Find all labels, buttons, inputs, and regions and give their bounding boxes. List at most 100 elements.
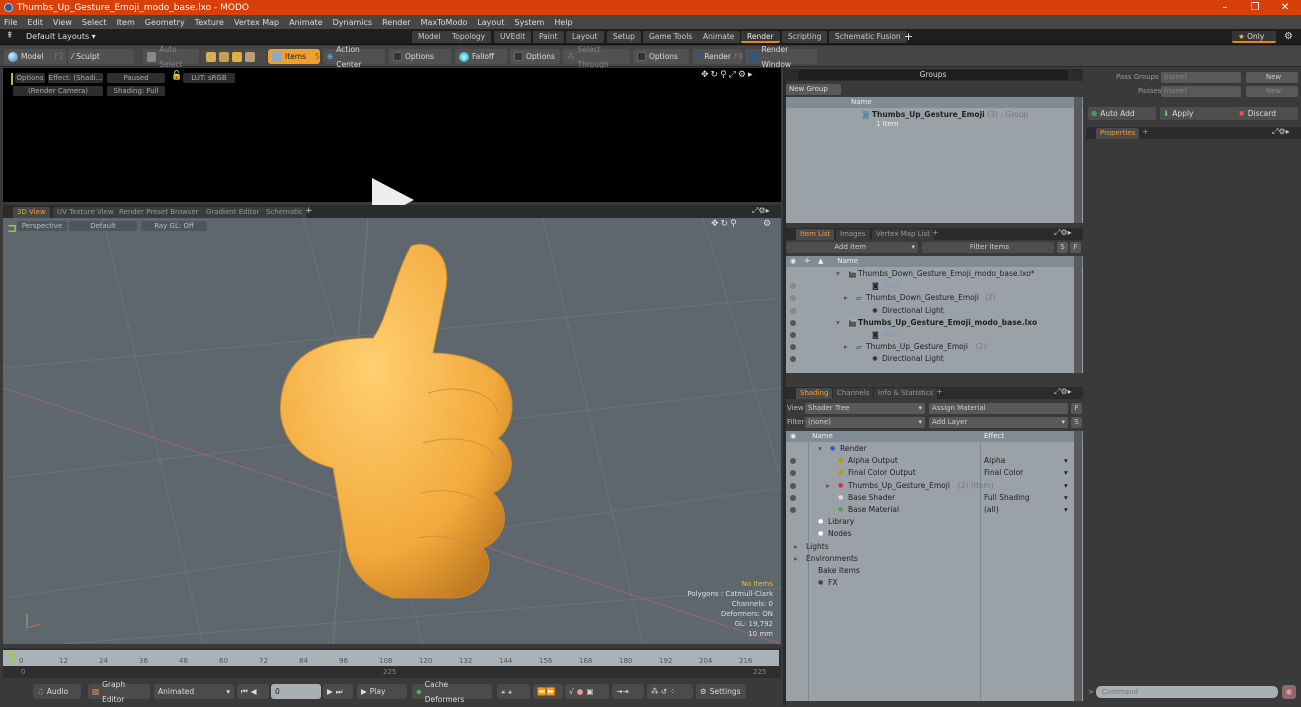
filter-dropdown[interactable]: (none) ▾ [805,417,925,428]
keyframe-step-buttons[interactable]: ⇥⇥ [612,684,644,699]
auto-select-button[interactable]: Auto Select [143,45,199,69]
item-row[interactable]: ◙ Mesh [786,280,1072,292]
expand-arrow-icon[interactable]: ▾ [818,443,822,455]
visibility-eye-icon[interactable] [790,482,796,489]
play-button[interactable]: ▶ Play [357,684,407,699]
items-mode-button[interactable]: Items S [268,49,320,64]
command-input[interactable]: Command [1096,686,1278,698]
visibility-eye-icon[interactable] [790,344,796,351]
falloff-button[interactable]: Falloff [455,49,507,64]
new-group-button[interactable]: New Group [786,84,841,95]
visibility-eye-icon[interactable] [790,470,796,477]
menu-view[interactable]: View [53,18,72,27]
view-style-dropdown[interactable]: Default [69,221,137,231]
passes-dropdown[interactable]: (none) [1161,86,1241,97]
menu-edit[interactable]: Edit [27,18,43,27]
menu-item[interactable]: Item [117,18,135,27]
item-row[interactable]: ▸ ▱ Thumbs_Up_Gesture_Emoji (2) [786,341,1072,353]
layout-tab-schematic-fusion[interactable]: Schematic Fusion [829,31,907,43]
chevron-down-icon[interactable]: ▾ [1064,504,1068,516]
tab-shading[interactable]: Shading [796,388,833,399]
vertices-mode-icon[interactable] [206,51,216,62]
chevron-down-icon[interactable]: ▾ [1064,492,1068,504]
layout-tab-model[interactable]: Model [412,31,447,43]
action-center-button[interactable]: ⊕ Action Center [323,45,385,69]
tab-info-statistics[interactable]: Info & Statistics [874,388,938,399]
pass-groups-dropdown[interactable]: (none) [1161,72,1241,83]
shader-row[interactable]: ● Base Shader Full Shading ▾ [786,492,1072,504]
shader-effect-value[interactable]: Alpha [984,455,1005,467]
shader-row[interactable]: ● Library [786,516,1072,528]
action-center-options-button[interactable]: Options [389,49,451,64]
next-key-buttons[interactable]: ▶ ⏭ [323,684,353,699]
sculpt-button[interactable]: ⁄ Sculpt [68,49,134,64]
shader-effect-value[interactable]: (all) [984,504,999,516]
shader-row[interactable]: ▸ Environments [786,553,1072,565]
layout-tab-paint[interactable]: Paint [533,31,564,43]
s-button[interactable]: S [1057,242,1068,253]
edges-mode-icon[interactable] [219,51,229,62]
item-row[interactable]: ✺ Directional Light [786,305,1072,317]
visibility-eye-icon[interactable] [790,295,796,302]
chevron-down-icon[interactable]: ▾ [1064,480,1068,492]
visibility-eye-icon[interactable] [790,458,796,465]
paused-toggle[interactable]: Paused [107,73,165,83]
filter-items-input[interactable]: Filter Items [922,242,1054,253]
thumbs-up-model[interactable] [253,238,563,608]
lut-dropdown[interactable]: LUT: sRGB [183,73,235,83]
materials-mode-icon[interactable] [245,51,255,62]
itemlist-scrollbar[interactable] [1074,256,1082,373]
add-layer-dropdown[interactable]: Add Layer ▾ [929,417,1068,428]
shader-effect-value[interactable]: Final Color [984,467,1023,479]
shader-row[interactable]: ● Final Color Output Final Color ▾ [786,467,1072,479]
visibility-eye-icon[interactable] [790,283,796,290]
chevron-down-icon[interactable]: ▾ [1064,467,1068,479]
expand-arrow-icon[interactable]: ▸ [826,480,830,492]
viewport-nav-icons[interactable]: ✥↻⚲ [711,219,739,229]
visibility-eye-icon[interactable] [790,507,796,513]
assign-material-button[interactable]: Assign Material [929,403,1068,414]
menu-layout[interactable]: Layout [477,18,504,27]
record-buttons[interactable]: √ ● ▣ [565,684,609,699]
new-pass-group-button[interactable]: New [1246,72,1298,83]
viewport-panel-icons[interactable]: ⤢⚙▸ [752,206,770,216]
menu-render[interactable]: Render [382,18,410,27]
f-button[interactable]: F [1071,403,1082,414]
menu-help[interactable]: Help [554,18,572,27]
menu-vertex-map[interactable]: Vertex Map [234,18,279,27]
layout-tab-uvedit[interactable]: UVEdit [494,31,532,43]
3d-viewport[interactable]: ⊐ Perspective Default Ray GL: Off ✥↻⚲ ⚙ … [3,218,781,644]
tab-gradient-editor[interactable]: Gradient Editor [202,207,264,218]
select-through-options-button[interactable]: Options [633,49,689,64]
chevron-down-icon[interactable]: ▾ [1064,455,1068,467]
s-button[interactable]: S [1071,417,1082,428]
only-toggle[interactable]: ★ Only [1232,31,1276,43]
menu-maxtomodo[interactable]: MaxToModo [421,18,468,27]
view-type-dropdown[interactable]: Perspective [17,221,67,231]
add-item-dropdown[interactable]: Add Item ▾ [786,242,918,253]
animated-dropdown[interactable]: Animated ▾ [154,684,234,699]
tab-images[interactable]: Images [836,229,870,240]
timeline-ruler[interactable]: 0 12 24 36 48 60 72 84 96 108 120 132 144 156 168 180 19… [3,650,779,666]
layout-tab-topology[interactable]: Topology [446,31,492,43]
render-camera-dropdown[interactable]: (Render Camera) [13,86,103,96]
expand-arrow-icon[interactable]: ▸ [844,341,848,353]
shading-panel-icons[interactable]: ⤢⚙▸ [1054,387,1072,397]
visibility-eye-icon[interactable] [790,307,796,314]
shader-view-dropdown[interactable]: Shader Tree ▾ [805,403,925,414]
add-shading-tab[interactable]: + [936,387,943,396]
visibility-eye-icon[interactable] [790,356,796,363]
menu-system[interactable]: System [515,18,545,27]
tab-vertex-map-list[interactable]: Vertex Map List [872,229,934,240]
viewport-layout-icon[interactable]: ⊐ [7,221,17,235]
shader-row[interactable]: ● Base Material (all) ▾ [786,504,1072,516]
polygons-mode-icon[interactable] [232,51,242,62]
menu-geometry[interactable]: Geometry [145,18,185,27]
frame-input[interactable]: 0 [271,684,321,699]
raygl-dropdown[interactable]: Ray GL: Off [141,221,207,231]
graph-editor-button[interactable]: ▨ Graph Editor [88,680,150,704]
viewport-settings-icon[interactable]: ⚙ [763,219,771,229]
visibility-eye-icon[interactable] [790,319,796,326]
expand-arrow-icon[interactable]: ▾ [836,268,840,280]
shader-row[interactable]: ● Nodes [786,528,1072,540]
